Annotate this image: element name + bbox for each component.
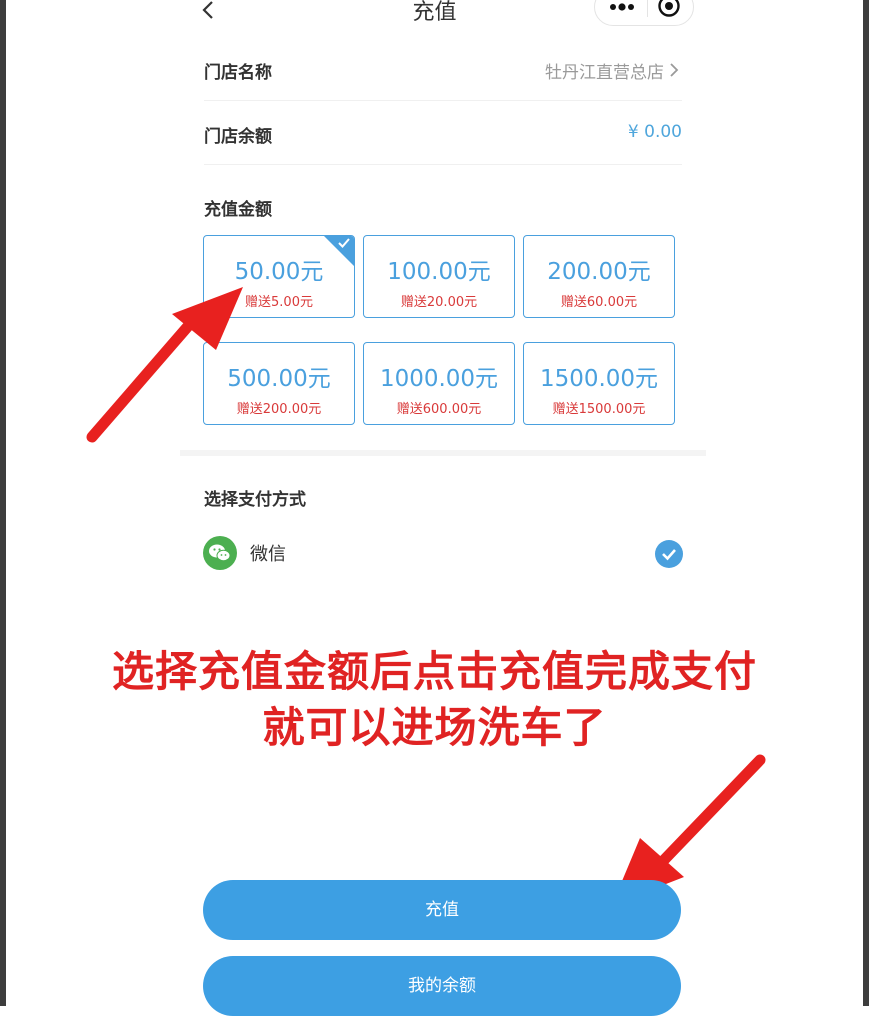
amount-option-1500[interactable]: 1500.00元 赠送1500.00元 [523,342,675,425]
annotation-line-1: 选择充值金额后点击充值完成支付 [111,647,757,696]
left-edge [0,0,6,1006]
store-balance-label: 门店余额 [204,127,272,147]
payment-selected-check-icon[interactable] [655,540,683,568]
amount-option-1000[interactable]: 1000.00元 赠送600.00元 [363,342,515,425]
capsule-divider [647,0,648,17]
row-divider [204,164,682,165]
amount-option-100[interactable]: 100.00元 赠送20.00元 [363,235,515,318]
amount-value: 100.00元 [387,259,491,285]
amount-bonus: 赠送600.00元 [396,402,482,417]
amount-bonus: 赠送200.00元 [236,402,322,417]
checkmark-icon [338,238,350,248]
annotation-line-2: 就可以进场洗车了 [262,703,607,752]
wechat-icon [203,536,237,570]
chevron-right-icon [668,61,680,83]
right-edge [863,0,869,1006]
section-divider [180,450,706,456]
payment-method-title: 选择支付方式 [204,490,306,510]
amount-value: 1000.00元 [379,366,499,392]
amount-value: 200.00元 [547,259,651,285]
amount-bonus: 赠送1500.00元 [552,402,646,417]
recharge-amount-title: 充值金额 [204,200,272,220]
amount-value: 1500.00元 [539,366,659,392]
store-name-row[interactable]: 门店名称 牡丹江直营总店 [204,58,682,88]
store-balance-row: 门店余额 ¥ 0.00 [204,122,682,152]
store-balance-value: ¥ 0.00 [627,122,682,142]
row-divider [204,100,682,101]
payment-method-label: 微信 [250,544,286,565]
page-title: 充值 [412,0,457,25]
store-name-label: 门店名称 [204,63,272,83]
store-name-value: 牡丹江直营总店 [545,63,664,83]
amount-bonus: 赠送20.00元 [400,295,478,310]
amount-bonus: 赠送60.00元 [560,295,638,310]
amount-option-200[interactable]: 200.00元 赠送60.00元 [523,235,675,318]
amount-bonus: 赠送5.00元 [245,295,313,310]
amount-value: 500.00元 [227,366,331,392]
recharge-button[interactable]: 充值 [203,880,681,940]
mini-program-capsule [594,0,694,26]
amount-option-500[interactable]: 500.00元 赠送200.00元 [203,342,355,425]
amount-option-50[interactable]: 50.00元 赠送5.00元 [203,235,355,318]
my-balance-button[interactable]: 我的余额 [203,956,681,1016]
close-mini-program-icon[interactable] [657,0,681,18]
more-icon[interactable] [605,0,639,15]
